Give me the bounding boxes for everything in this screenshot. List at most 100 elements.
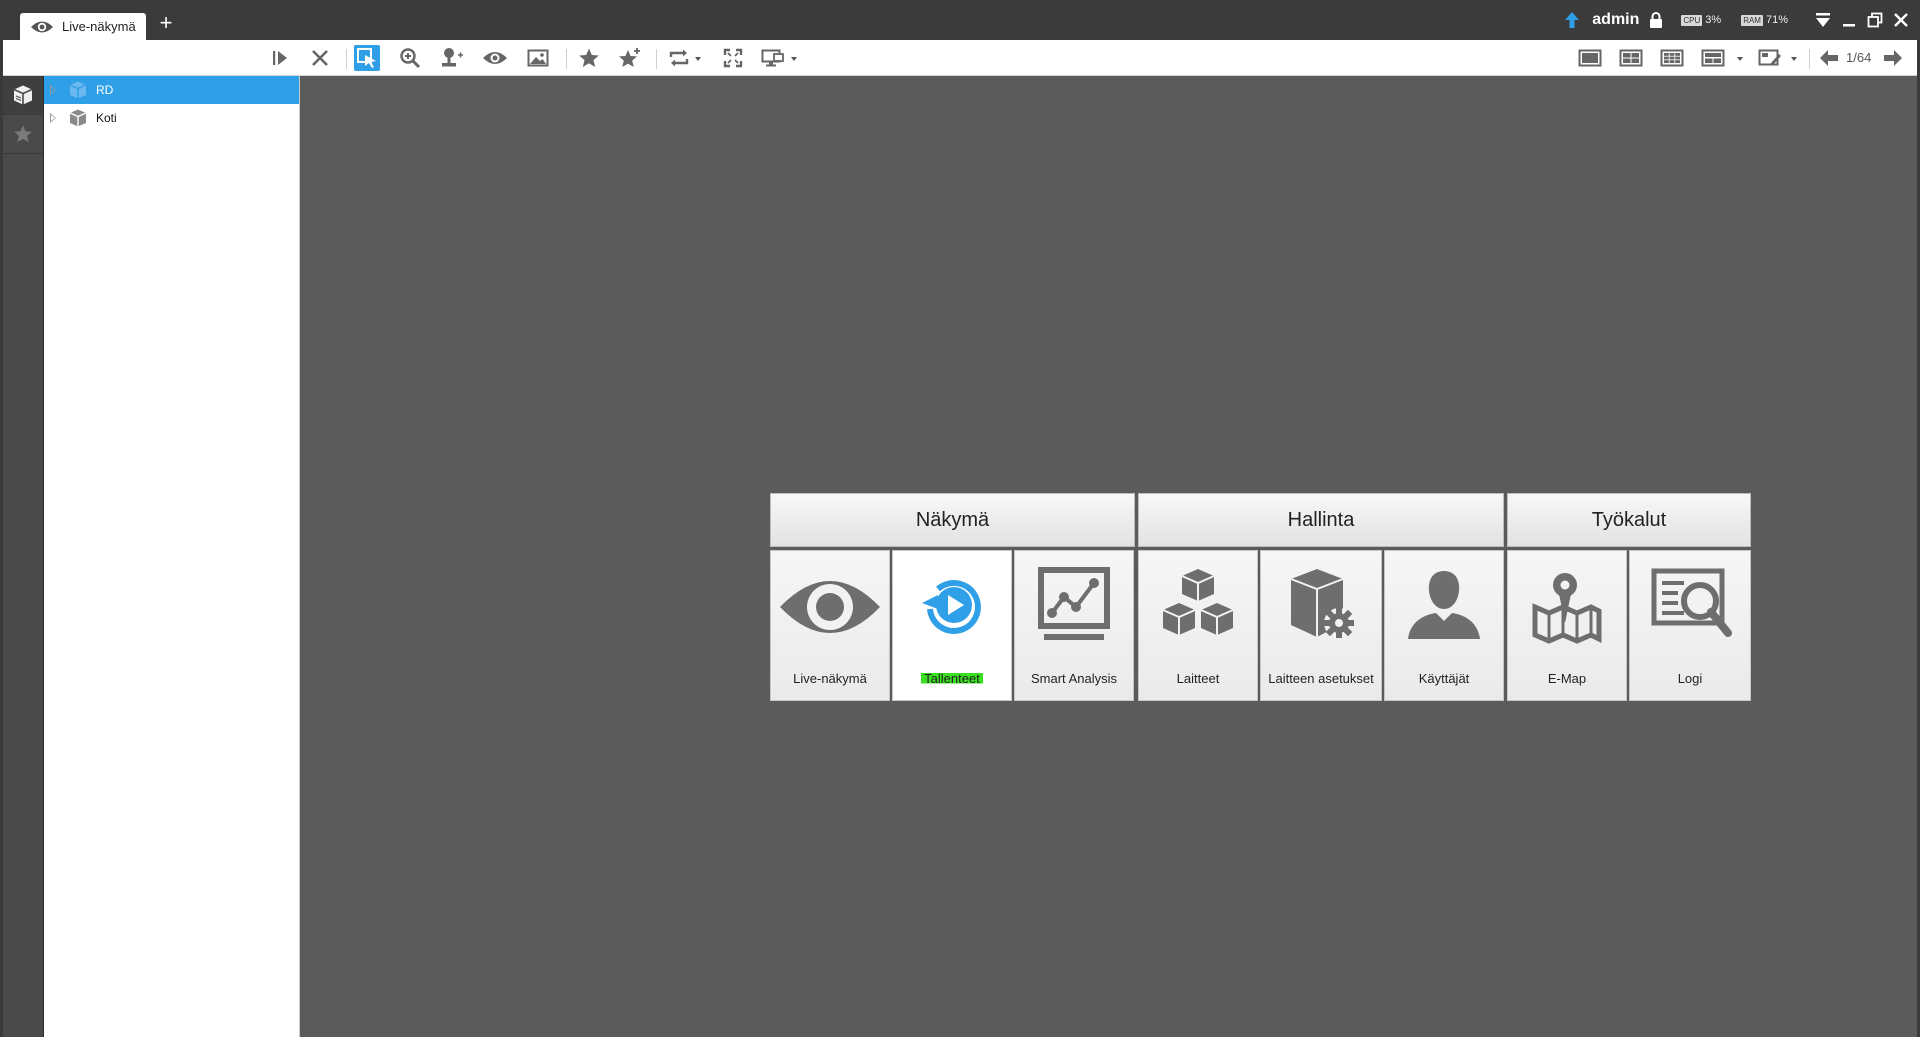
ram-chip-icon: RAM [1741,14,1763,26]
minimize-icon [1843,24,1855,27]
tile-live-view[interactable]: Live-näkymä [770,550,890,701]
eye-icon [780,581,880,633]
sequence-button[interactable] [666,45,692,71]
layout-quad-icon [1619,49,1643,67]
toolbar-divider [566,49,567,69]
layout-1-button[interactable] [1577,45,1603,71]
fullscreen-button[interactable] [720,45,746,71]
tile-device-settings[interactable]: Laitteen asetukset [1260,550,1382,701]
add-tab-button[interactable]: + [155,10,177,36]
tree-item-rd[interactable]: RD [44,76,299,104]
display-output-button[interactable] [760,45,786,71]
play-step-icon [273,51,287,65]
side-strip [3,76,44,1037]
dropdown-menu-button[interactable] [1812,9,1834,31]
tile-smart-analysis[interactable]: Smart Analysis [1014,550,1134,701]
tile-label: Laitteen asetukset [1268,671,1374,686]
monitor-icon [761,49,784,67]
layout-dropdown-caret[interactable] [1737,57,1743,61]
restore-icon [1867,12,1883,28]
star-icon [579,48,599,67]
tile-emap[interactable]: E-Map [1507,550,1627,701]
main-menu: Näkymä Hallinta Työkalut Live-näkymä Tal… [770,493,1751,701]
tree-item-label: Koti [96,111,117,125]
favorite-button[interactable] [576,45,602,71]
cpu-meter: CPU 3% [1681,14,1721,26]
title-bar: Live-näkymä + admin CPU 3% RAM 71% [0,0,1920,40]
prev-page-button[interactable] [1816,45,1842,71]
zoom-in-icon [400,48,421,69]
toolbar-divider [1809,49,1810,69]
sequence-dropdown-caret[interactable] [695,57,701,61]
eye-icon [483,52,507,64]
eye-icon [31,21,53,32]
add-favorite-button[interactable] [617,45,643,71]
device-settings-icon [1290,569,1354,638]
layout-more-button[interactable] [1700,45,1726,71]
category-management: Hallinta [1138,493,1504,547]
category-tools: Työkalut [1507,493,1751,547]
device-tree: RD Koti [44,76,300,1037]
play-button[interactable] [267,45,293,71]
tile-users[interactable]: Käyttäjät [1384,550,1504,701]
tile-devices[interactable]: Laitteet [1138,550,1258,701]
ram-value: 71% [1765,14,1788,26]
pointer-select-icon [357,48,376,68]
expand-arrow-icon[interactable] [50,85,56,95]
tile-label: Logi [1677,671,1703,686]
select-pointer-button[interactable] [354,45,380,71]
arrow-right-icon [1884,50,1902,66]
layout-edit-dropdown-caret[interactable] [1791,57,1797,61]
cpu-value: 3% [1705,14,1722,26]
tree-item-koti[interactable]: Koti [44,104,299,132]
arrow-left-icon [1820,50,1838,66]
layout-single-icon [1578,49,1602,67]
layout-nine-icon [1660,49,1684,67]
zoom-button[interactable] [397,45,423,71]
toolbar-divider [346,49,347,69]
favorites-tab[interactable] [3,115,43,154]
layout-9-button[interactable] [1659,45,1685,71]
playback-icon [922,580,981,634]
star-add-icon [619,48,640,67]
ram-meter: RAM 71% [1741,14,1788,26]
layout-edit-button[interactable] [1757,45,1783,71]
image-icon [527,49,549,67]
camera-ptz-icon [442,48,463,67]
close-all-button[interactable] [307,45,333,71]
minimize-button[interactable] [1838,9,1860,31]
expand-arrow-icon[interactable] [50,113,56,123]
tile-log[interactable]: Logi [1629,550,1751,701]
device-cube-icon [13,85,33,105]
lock-icon[interactable] [1649,12,1663,28]
device-tree-tab[interactable] [3,76,43,115]
device-group-icon [69,109,87,127]
main-area: Näkymä Hallinta Työkalut Live-näkymä Tal… [300,76,1917,1037]
display-dropdown-caret[interactable] [791,57,797,61]
view-button[interactable] [482,45,508,71]
tile-label: Tallenteet [893,671,1011,686]
tile-label: Käyttäjät [1418,671,1470,686]
layout-custom-icon [1701,49,1725,67]
star-icon [14,125,32,143]
toolbar-divider [656,49,657,69]
close-button[interactable] [1890,9,1912,31]
tile-label: E-Map [1547,671,1587,686]
close-x-icon [312,50,328,66]
snapshot-button[interactable] [525,45,551,71]
username[interactable]: admin [1592,11,1639,29]
restore-button[interactable] [1864,9,1886,31]
ptz-button[interactable] [439,45,465,71]
tile-label: Laitteet [1176,671,1220,686]
upload-arrow-icon[interactable] [1564,11,1580,29]
tile-recordings[interactable]: Tallenteet [892,550,1012,701]
fullscreen-icon [723,48,743,68]
device-group-icon [69,81,87,99]
caret-down-icon [1816,13,1830,27]
next-page-button[interactable] [1880,45,1906,71]
layout-4-button[interactable] [1618,45,1644,71]
tile-label-highlight: Tallenteet [921,671,983,686]
tile-label: Live-näkymä [793,671,867,686]
layout-edit-icon [1758,49,1781,66]
tab-live-view[interactable]: Live-näkymä [20,13,146,40]
